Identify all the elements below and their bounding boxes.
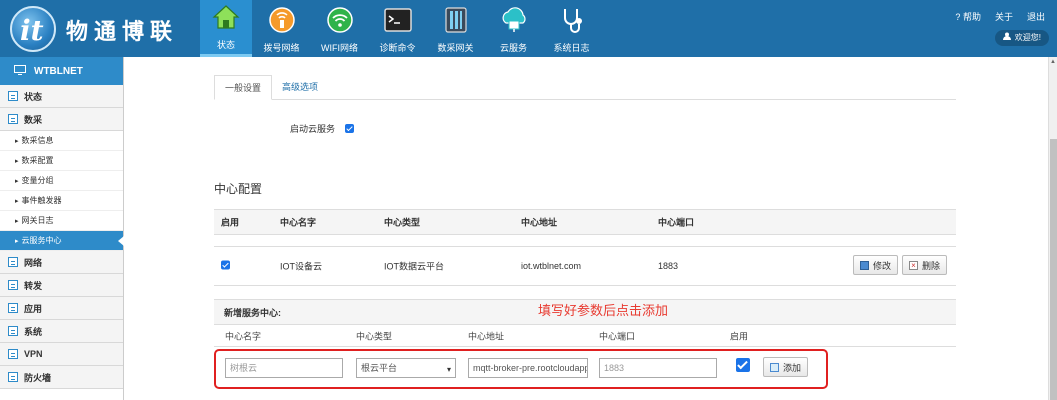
add-button[interactable]: 添加: [763, 357, 809, 377]
sidebar-item-acq-config[interactable]: 数采配置: [0, 151, 123, 171]
header: it 物通博联 状态 拨号网络 WIFI网络 诊断命令 数采网关 云服务 系统日…: [0, 0, 1057, 57]
about-link[interactable]: 关于: [995, 10, 1013, 23]
center-name-input[interactable]: 树根云: [225, 358, 343, 378]
add-icon: [770, 362, 779, 372]
sidebar-section-system[interactable]: 系统: [0, 320, 123, 343]
dial-network-icon: [267, 5, 297, 35]
add-center-form: 树根云 根云平台 ▾ mqtt-broker-pre.rootcloudapp …: [214, 349, 828, 389]
scroll-up-icon[interactable]: ▲: [1050, 59, 1056, 65]
cloud-service-icon: [499, 5, 529, 35]
logout-link[interactable]: 退出: [1027, 10, 1045, 23]
enable-cloud-label: 启动云服务: [290, 124, 336, 134]
sidebar-item-acq-info[interactable]: 数采信息: [0, 131, 123, 151]
center-config-table: 启用 中心名字 中心类型 中心地址 中心端口 IOT设备云 IOT数据云平台 i…: [214, 209, 956, 286]
list-icon: [8, 114, 18, 124]
list-icon: [8, 372, 18, 382]
sidebar-section-status[interactable]: 状态: [0, 85, 123, 108]
monitor-icon: [14, 64, 26, 78]
page-scrollbar[interactable]: ▲: [1048, 57, 1057, 400]
table-header: 启用 中心名字 中心类型 中心地址 中心端口: [214, 209, 956, 235]
center-config-title: 中心配置: [214, 182, 263, 196]
list-icon: [8, 303, 18, 313]
sidebar: WTBLNET 状态 数采 数采信息 数采配置 变量分组 事件触发器 网关日志 …: [0, 57, 124, 400]
sidebar-section-apps[interactable]: 应用: [0, 297, 123, 320]
sidebar-item-event-trigger[interactable]: 事件触发器: [0, 191, 123, 211]
delete-button[interactable]: × 删除: [902, 255, 948, 275]
sidebar-item-var-group[interactable]: 变量分组: [0, 171, 123, 191]
table-row: IOT设备云 IOT数据云平台 iot.wtblnet.com 1883 修改 …: [214, 246, 956, 286]
scroll-thumb[interactable]: [1050, 139, 1057, 400]
chevron-down-icon: ▾: [446, 365, 451, 374]
sidebar-section-network[interactable]: 网络: [0, 251, 123, 274]
list-icon: [8, 91, 18, 101]
logo-icon: it: [10, 6, 56, 52]
center-type-select[interactable]: 根云平台 ▾: [356, 358, 456, 378]
nav-gateway[interactable]: 数采网关: [427, 0, 484, 57]
gateway-icon: [441, 5, 471, 35]
help-link[interactable]: ? 帮助: [955, 10, 981, 23]
delete-icon: ×: [909, 260, 918, 270]
nav-wifi[interactable]: WIFI网络: [311, 0, 368, 57]
list-icon: [8, 280, 18, 290]
sidebar-section-firewall[interactable]: 防火墙: [0, 366, 123, 389]
edit-button[interactable]: 修改: [853, 255, 899, 275]
settings-tabs: 一般设置 高级选项: [214, 75, 956, 100]
sidebar-title: WTBLNET: [0, 57, 123, 85]
sidebar-item-cloud-center[interactable]: 云服务中心: [0, 231, 124, 251]
nav-status[interactable]: 状态: [200, 0, 252, 57]
sidebar-section-acquisition[interactable]: 数采: [0, 108, 123, 131]
enable-cloud-checkbox[interactable]: [345, 124, 355, 133]
sidebar-section-forward[interactable]: 转发: [0, 274, 123, 297]
tab-advanced[interactable]: 高级选项: [272, 75, 328, 100]
brand-name: 物通博联: [66, 20, 179, 45]
nav-dial-network[interactable]: 拨号网络: [253, 0, 310, 57]
add-enabled-checkbox[interactable]: [736, 358, 750, 372]
add-center-labels: 中心名字 中心类型 中心地址 中心端口 启用: [214, 325, 956, 347]
top-links: ? 帮助 关于 退出: [955, 10, 1045, 23]
stethoscope-icon: [557, 5, 587, 35]
nav-system-log[interactable]: 系统日志: [543, 0, 600, 57]
center-port-input[interactable]: 1883: [599, 358, 717, 378]
hint-text: 填写好参数后点击添加: [538, 303, 669, 318]
help-icon: ?: [955, 12, 961, 22]
home-icon: [211, 2, 241, 32]
sidebar-item-gateway-log[interactable]: 网关日志: [0, 211, 123, 231]
terminal-icon: [383, 5, 413, 35]
top-nav: 状态 拨号网络 WIFI网络 诊断命令 数采网关 云服务 系统日志: [200, 0, 601, 57]
edit-icon: [860, 260, 869, 270]
list-icon: [8, 257, 18, 267]
tab-general[interactable]: 一般设置: [214, 75, 273, 100]
user-icon: [1002, 30, 1011, 46]
center-address-input[interactable]: mqtt-broker-pre.rootcloudapp: [468, 358, 588, 378]
list-icon: [8, 326, 18, 336]
sidebar-section-vpn[interactable]: VPN: [0, 343, 123, 366]
row-enabled-checkbox[interactable]: [221, 260, 230, 270]
list-icon: [8, 349, 18, 359]
wifi-icon: [325, 5, 355, 35]
welcome-badge[interactable]: 欢迎您!: [994, 30, 1049, 46]
enable-cloud-row: 启动云服务: [290, 122, 355, 135]
nav-diagnose[interactable]: 诊断命令: [369, 0, 426, 57]
nav-cloud-service[interactable]: 云服务: [485, 0, 542, 57]
